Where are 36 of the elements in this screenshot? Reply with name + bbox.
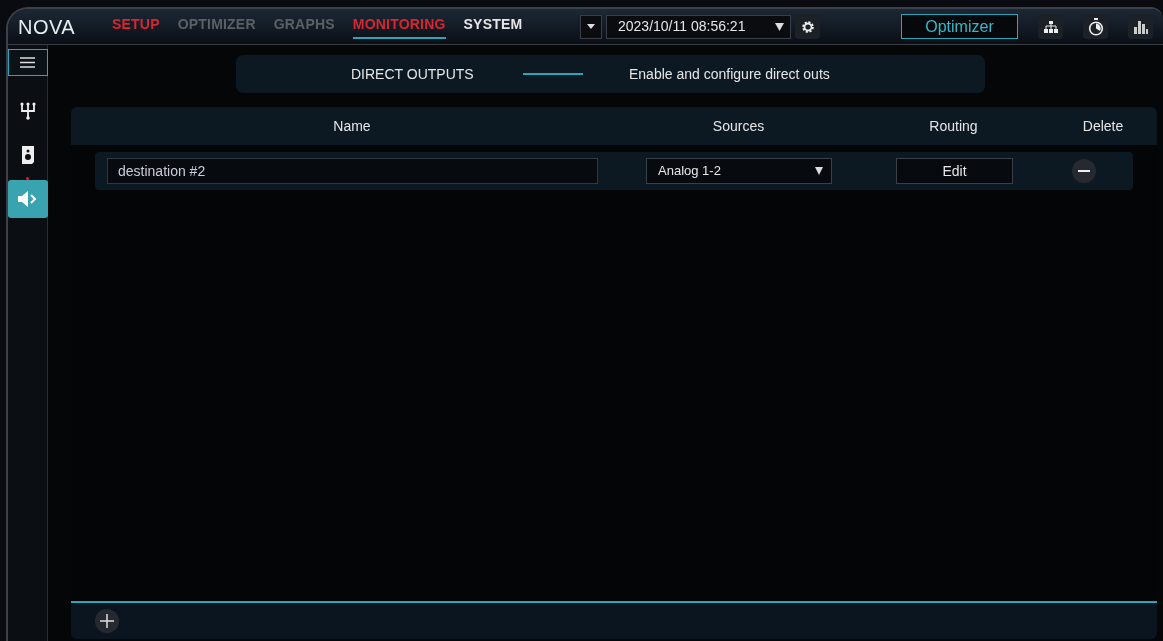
edit-button[interactable]: Edit: [896, 158, 1013, 184]
minus-icon: [1078, 170, 1090, 172]
hierarchy-icon: [1043, 20, 1058, 33]
app-logo: NOVA: [18, 14, 77, 40]
bar-chart-icon: [1133, 19, 1148, 34]
column-header: Routing: [928, 116, 979, 136]
optimizer-button[interactable]: Optimizer: [901, 14, 1018, 39]
plus-icon: [100, 614, 114, 628]
column-header: Delete: [1081, 116, 1125, 136]
column-header: Sources: [711, 116, 766, 136]
source-value: Analog 1-2: [658, 162, 721, 181]
column-header: Name: [332, 116, 372, 136]
caret-icon: [587, 24, 595, 29]
dropdown-button[interactable]: [580, 14, 602, 39]
datetime-select[interactable]: 2023/10/11 08:56:21: [606, 14, 791, 39]
caret-icon: [815, 167, 823, 175]
timer-button[interactable]: [1083, 14, 1108, 39]
add-button[interactable]: [95, 609, 119, 633]
speaker-icon: [21, 146, 34, 164]
caret-icon: [775, 22, 784, 31]
name-field[interactable]: destination #2: [107, 158, 598, 184]
menu-icon: [20, 57, 35, 68]
splitter-icon: [19, 102, 36, 120]
datetime-text: 2023/10/11 08:56:21: [618, 17, 746, 36]
meters-button[interactable]: [1128, 14, 1153, 39]
settings-icon: [800, 19, 815, 34]
menu-button[interactable]: [8, 49, 48, 76]
source-select[interactable]: Analog 1-2: [646, 158, 832, 184]
delete-button[interactable]: [1072, 159, 1096, 183]
speaker-output-icon: [17, 191, 38, 207]
panel-title: DIRECT OUTPUTS: [351, 64, 475, 84]
settings-button[interactable]: [795, 14, 820, 39]
panel-subtitle: Enable and configure direct outs: [629, 64, 830, 84]
stopwatch-icon: [1087, 17, 1104, 36]
nav-tab[interactable]: SYSTEM: [463, 14, 523, 39]
hierarchy-button[interactable]: [1038, 14, 1063, 39]
